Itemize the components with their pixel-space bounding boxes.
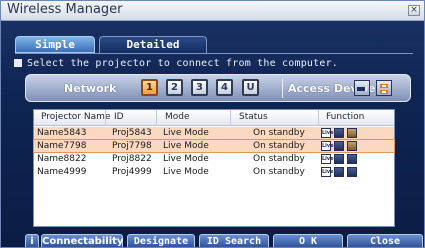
cell-id: Proj5843 [112, 128, 152, 138]
cell-mode: Live Mode [163, 141, 209, 151]
monitor-icon[interactable] [334, 167, 344, 177]
network-4-button[interactable]: 4 [216, 79, 233, 96]
tab-simple[interactable]: Simple [15, 36, 95, 53]
connectability-button[interactable]: Connectability [41, 234, 123, 247]
table-row[interactable]: Name4999 Proj4999 Live Mode On standby L… [34, 166, 394, 178]
instruction-bullet [14, 59, 22, 67]
window-title: Wireless Manager [7, 2, 123, 17]
cell-name: Name7798 [37, 141, 87, 151]
id-search-button[interactable]: ID Search [199, 234, 269, 247]
cell-status: On standby [253, 167, 305, 177]
device-settings-icon[interactable] [376, 80, 392, 96]
monitor-icon[interactable] [334, 141, 344, 151]
col-status[interactable]: Status [239, 112, 268, 122]
cell-status: On standby [253, 154, 305, 164]
table-header: Projector Name ID Mode Status Function [34, 110, 394, 126]
settings-icon[interactable] [347, 141, 357, 151]
title-bar: Wireless Manager × [1, 1, 424, 21]
network-1-button[interactable]: 1 [141, 79, 158, 96]
col-id[interactable]: ID [114, 112, 124, 122]
table-row[interactable]: Name7798 Proj7798 Live Mode On standby L… [33, 139, 395, 153]
cell-name: Name8822 [37, 154, 87, 164]
col-separator [230, 110, 231, 126]
col-mode[interactable]: Mode [165, 112, 190, 122]
cell-name: Name4999 [37, 167, 87, 177]
network-u-button[interactable]: U [242, 79, 259, 96]
table-row[interactable]: Name5843 Proj5843 Live Mode On standby L… [34, 127, 394, 139]
cell-id: Proj4999 [112, 167, 152, 177]
instruction-text: Select the projector to connect from the… [14, 58, 338, 69]
settings-icon[interactable] [347, 154, 357, 164]
settings-icon[interactable] [347, 167, 357, 177]
settings-icon[interactable] [347, 128, 357, 138]
cell-mode: Live Mode [163, 154, 209, 164]
live-icon[interactable]: Live [321, 128, 334, 138]
info-button[interactable]: i [25, 234, 39, 247]
close-button[interactable]: Close [347, 234, 423, 247]
live-icon[interactable]: Live [321, 167, 334, 177]
ok-button[interactable]: O K [273, 234, 343, 247]
wireless-manager-window: Wireless Manager × Simple Detailed Selec… [0, 0, 425, 248]
close-icon[interactable]: × [408, 5, 420, 16]
device-list-icon[interactable] [354, 80, 370, 96]
col-separator [105, 110, 106, 126]
designate-button[interactable]: Designate [127, 234, 195, 247]
network-separator [282, 79, 283, 98]
network-2-button[interactable]: 2 [166, 79, 183, 96]
live-icon[interactable]: Live [321, 141, 334, 151]
bottom-bar: i Connectability Designate ID Search O K… [1, 234, 424, 247]
monitor-icon[interactable] [334, 128, 344, 138]
cell-status: On standby [253, 141, 305, 151]
network-3-button[interactable]: 3 [191, 79, 208, 96]
col-projector-name[interactable]: Projector Name [41, 112, 110, 122]
projector-table: Projector Name ID Mode Status Function N… [33, 109, 395, 227]
table-row[interactable]: Name8822 Proj8822 Live Mode On standby L… [34, 153, 394, 165]
network-label: Network [64, 82, 117, 95]
cell-id: Proj7798 [112, 141, 152, 151]
network-bar: Network 1 2 3 4 U Access Device [25, 74, 411, 102]
live-icon[interactable]: Live [321, 154, 334, 164]
cell-id: Proj8822 [112, 154, 152, 164]
monitor-icon[interactable] [334, 154, 344, 164]
cell-mode: Live Mode [163, 128, 209, 138]
cell-name: Name5843 [37, 128, 87, 138]
col-function[interactable]: Function [326, 112, 364, 122]
tab-detailed[interactable]: Detailed [99, 36, 207, 53]
col-separator [318, 110, 319, 126]
tab-divider [15, 53, 413, 54]
instruction-label: Select the projector to connect from the… [27, 58, 339, 69]
col-separator [156, 110, 157, 126]
cell-status: On standby [253, 128, 305, 138]
cell-mode: Live Mode [163, 167, 209, 177]
